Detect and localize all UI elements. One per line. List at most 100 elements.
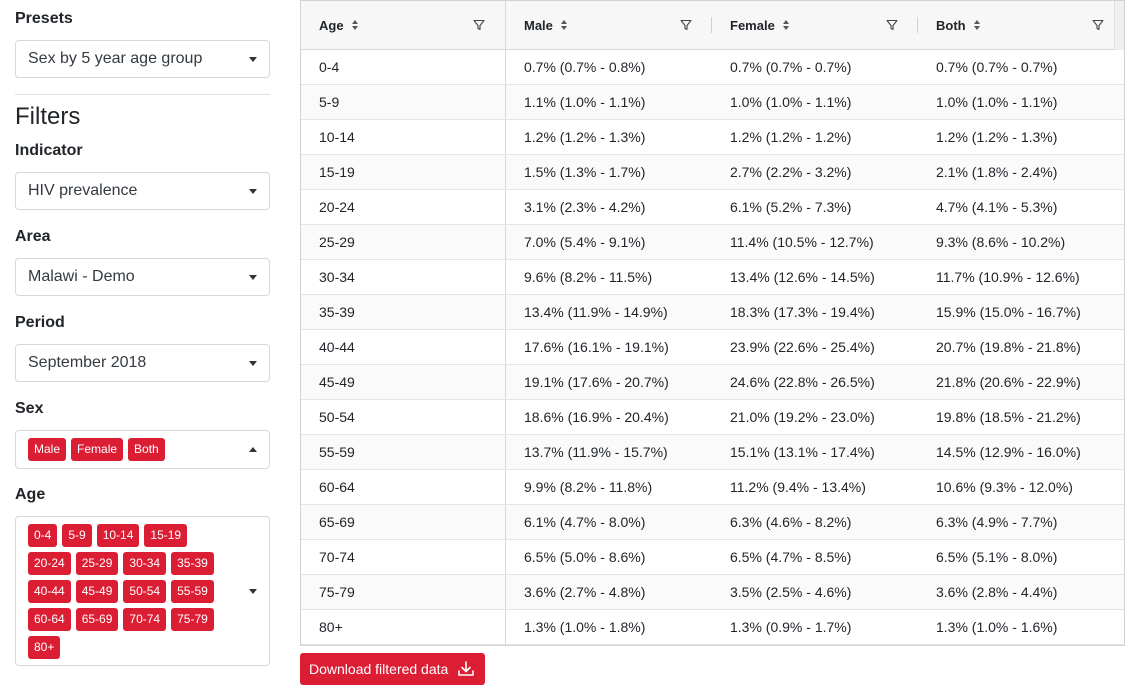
sex-tags: Male Female Both <box>28 438 233 466</box>
table-row[interactable]: 0-4 0.7% (0.7% - 0.8%) 0.7% (0.7% - 0.7%) 0… <box>301 50 1124 85</box>
age-multiselect[interactable]: 0-4 5-9 10-14 15-19 20-24 25-29 30-34 35… <box>15 516 270 666</box>
table-row[interactable]: 5-9 1.1% (1.0% - 1.1%) 1.0% (1.0% - 1.1%) 1… <box>301 85 1124 120</box>
table-row[interactable]: 70-74 6.5% (5.0% - 8.6%) 6.5% (4.7% - 8.5%… <box>301 540 1124 575</box>
download-filtered-data-button[interactable]: Download filtered data <box>300 653 485 685</box>
cell-female: 1.0% (1.0% - 1.1%) <box>730 94 852 110</box>
sex-tag-both[interactable]: Both <box>128 438 165 461</box>
table-row[interactable]: 20-24 3.1% (2.3% - 4.2%) 6.1% (5.2% - 7.3%… <box>301 190 1124 225</box>
age-tag[interactable]: 45-49 <box>75 580 119 603</box>
presets-select[interactable]: Sex by 5 year age group <box>15 40 270 78</box>
vertical-scrollbar[interactable] <box>1114 1 1124 50</box>
cell-female: 6.5% (4.7% - 8.5%) <box>730 549 852 565</box>
age-tag[interactable]: 20-24 <box>28 552 71 575</box>
sort-icon[interactable] <box>782 20 789 30</box>
cell-age: 50-54 <box>301 400 506 434</box>
cell-both: 14.5% (12.9% - 16.0%) <box>936 444 1081 460</box>
table-header: Age Male Female Both <box>301 1 1124 50</box>
cell-female: 3.5% (2.5% - 4.6%) <box>730 584 852 600</box>
cell-age: 60-64 <box>301 470 506 504</box>
period-select[interactable]: September 2018 <box>15 344 270 382</box>
cell-both: 1.0% (1.0% - 1.1%) <box>936 94 1058 110</box>
area-selected-value: Malawi - Demo <box>28 268 135 285</box>
cell-age: 30-34 <box>301 260 506 294</box>
filter-icon[interactable] <box>680 19 692 31</box>
filter-icon[interactable] <box>1092 19 1104 31</box>
cell-age: 80+ <box>301 610 506 644</box>
table-row[interactable]: 75-79 3.6% (2.7% - 4.8%) 3.5% (2.5% - 4.6%… <box>301 575 1124 610</box>
age-tag[interactable]: 65-69 <box>75 608 119 631</box>
cell-male: 19.1% (17.6% - 20.7%) <box>524 374 669 390</box>
download-icon <box>458 661 474 676</box>
cell-both: 11.7% (10.9% - 12.6%) <box>936 269 1080 285</box>
column-header-age[interactable]: Age <box>301 1 506 49</box>
age-tag[interactable]: 40-44 <box>28 580 71 603</box>
column-header-male[interactable]: Male <box>506 1 712 49</box>
cell-both: 1.2% (1.2% - 1.3%) <box>936 129 1058 145</box>
cell-female: 1.3% (0.9% - 1.7%) <box>730 619 852 635</box>
area-label: Area <box>15 228 51 245</box>
table-row[interactable]: 15-19 1.5% (1.3% - 1.7%) 2.7% (2.2% - 3.2%… <box>301 155 1124 190</box>
cell-both: 10.6% (9.3% - 12.0%) <box>936 479 1073 495</box>
table-row[interactable]: 10-14 1.2% (1.2% - 1.3%) 1.2% (1.2% - 1.2%… <box>301 120 1124 155</box>
sort-icon[interactable] <box>560 20 567 30</box>
cell-female: 11.4% (10.5% - 12.7%) <box>730 234 874 250</box>
cell-age: 5-9 <box>301 85 506 119</box>
cell-female: 0.7% (0.7% - 0.7%) <box>730 59 852 75</box>
table-row[interactable]: 65-69 6.1% (4.7% - 8.0%) 6.3% (4.6% - 8.2%… <box>301 505 1124 540</box>
cell-male: 1.3% (1.0% - 1.8%) <box>524 619 646 635</box>
filter-icon[interactable] <box>473 19 485 31</box>
table-row[interactable]: 80+ 1.3% (1.0% - 1.8%) 1.3% (0.9% - 1.7%) 1… <box>301 610 1124 645</box>
age-tag[interactable]: 35-39 <box>171 552 214 575</box>
cell-age: 10-14 <box>301 120 506 154</box>
age-tag[interactable]: 60-64 <box>28 608 71 631</box>
column-header-label: Female <box>730 17 775 33</box>
age-label: Age <box>15 486 46 503</box>
table-row[interactable]: 25-29 7.0% (5.4% - 9.1%) 11.4% (10.5% - 12… <box>301 225 1124 260</box>
cell-age: 0-4 <box>301 50 506 84</box>
sort-icon[interactable] <box>351 20 358 30</box>
table-row[interactable]: 40-44 17.6% (16.1% - 19.1%) 23.9% (22.6% -… <box>301 330 1124 365</box>
age-tag[interactable]: 50-54 <box>123 580 167 603</box>
column-header-female[interactable]: Female <box>712 1 918 49</box>
cell-female: 1.2% (1.2% - 1.2%) <box>730 129 852 145</box>
cell-male: 1.2% (1.2% - 1.3%) <box>524 129 646 145</box>
chevron-down-icon[interactable] <box>249 589 257 594</box>
filters-heading: Filters <box>15 103 81 130</box>
area-select[interactable]: Malawi - Demo <box>15 258 270 296</box>
table-row[interactable]: 55-59 13.7% (11.9% - 15.7%) 15.1% (13.1% -… <box>301 435 1124 470</box>
sex-multiselect[interactable]: Male Female Both <box>15 430 270 469</box>
sex-tag-female[interactable]: Female <box>71 438 124 461</box>
cell-female: 21.0% (19.2% - 23.0%) <box>730 409 875 425</box>
sort-icon[interactable] <box>973 20 980 30</box>
table-row[interactable]: 45-49 19.1% (17.6% - 20.7%) 24.6% (22.8% -… <box>301 365 1124 400</box>
indicator-label: Indicator <box>15 142 83 159</box>
table-row[interactable]: 35-39 13.4% (11.9% - 14.9%) 18.3% (17.3% -… <box>301 295 1124 330</box>
divider <box>15 94 270 95</box>
table-row[interactable]: 60-64 9.9% (8.2% - 11.8%) 11.2% (9.4% - 13… <box>301 470 1124 505</box>
column-header-label: Age <box>319 17 344 33</box>
cell-both: 21.8% (20.6% - 22.9%) <box>936 374 1081 390</box>
age-tag[interactable]: 80+ <box>28 636 61 659</box>
age-tag[interactable]: 15-19 <box>144 524 188 547</box>
presets-label: Presets <box>15 10 73 27</box>
age-tag[interactable]: 0-4 <box>28 524 58 547</box>
cell-female: 18.3% (17.3% - 19.4%) <box>730 304 875 320</box>
age-tag[interactable]: 10-14 <box>96 524 140 547</box>
age-tag[interactable]: 70-74 <box>123 608 167 631</box>
age-tag[interactable]: 30-34 <box>123 552 167 575</box>
age-tag[interactable]: 5-9 <box>62 524 92 547</box>
table-body: 0-4 0.7% (0.7% - 0.8%) 0.7% (0.7% - 0.7%) 0… <box>301 50 1124 645</box>
table-row[interactable]: 30-34 9.6% (8.2% - 11.5%) 13.4% (12.6% - 1… <box>301 260 1124 295</box>
column-header-label: Male <box>524 17 553 33</box>
filter-icon[interactable] <box>886 19 898 31</box>
chevron-down-icon <box>249 189 257 194</box>
table-row[interactable]: 50-54 18.6% (16.9% - 20.4%) 21.0% (19.2% -… <box>301 400 1124 435</box>
chevron-up-icon[interactable] <box>249 446 257 452</box>
age-tag[interactable]: 25-29 <box>75 552 119 575</box>
age-tag[interactable]: 75-79 <box>171 608 214 631</box>
age-tag[interactable]: 55-59 <box>171 580 214 603</box>
sex-tag-male[interactable]: Male <box>28 438 67 461</box>
column-header-both[interactable]: Both <box>918 1 1114 49</box>
cell-male: 3.1% (2.3% - 4.2%) <box>524 199 646 215</box>
indicator-select[interactable]: HIV prevalence <box>15 172 270 210</box>
